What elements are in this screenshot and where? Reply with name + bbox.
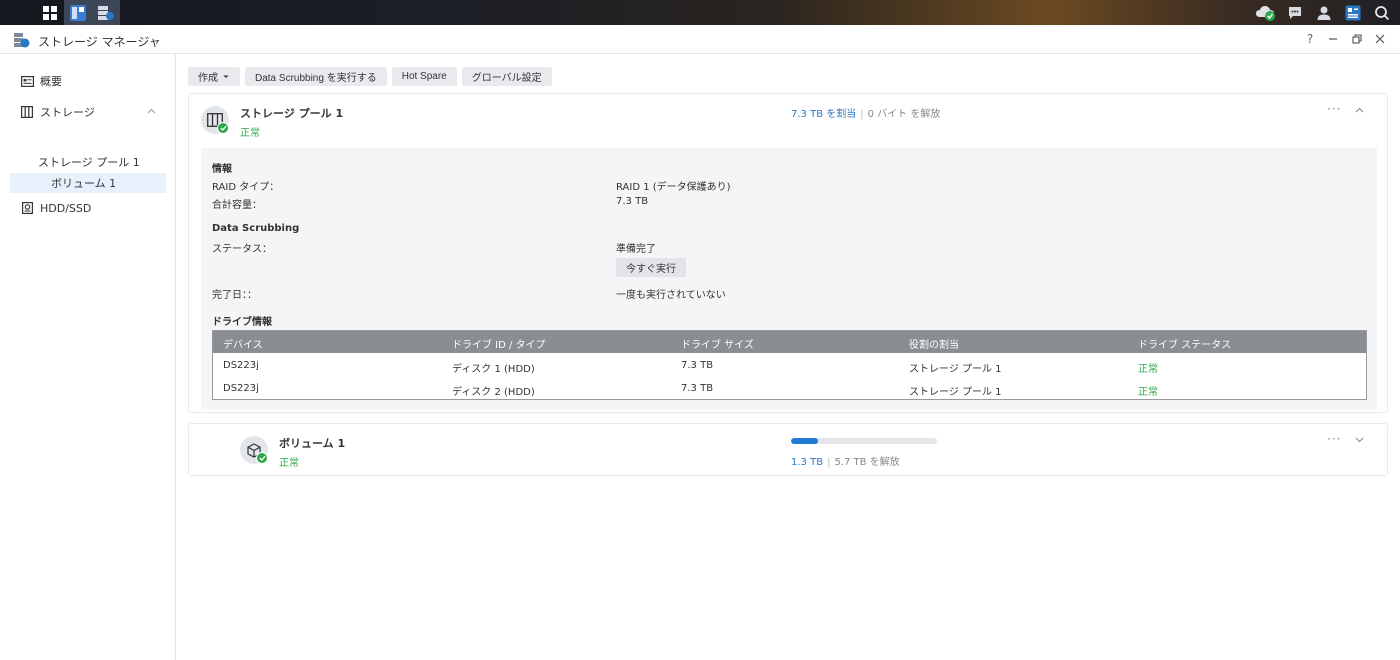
pool-free: 0 バイト を解放 <box>867 109 941 120</box>
sidebar-item-label: 概要 <box>40 75 62 88</box>
window-titlebar: ストレージ マネージャ ? <box>0 25 1400 54</box>
storage-pool-card: ストレージ プール 1 正常 7.3 TB を割当 | 0 バイト を解放 ··· … <box>188 93 1388 413</box>
pool-usage: 7.3 TB を割当 | 0 バイト を解放 <box>791 109 941 120</box>
volume-name: ボリューム 1 <box>279 437 346 450</box>
check-icon <box>256 452 268 464</box>
cell-drive-status: 正常 <box>1138 387 1158 398</box>
taskbar-app-1[interactable] <box>64 0 92 25</box>
check-icon <box>217 122 229 134</box>
search-button[interactable] <box>1367 0 1396 25</box>
sidebar-item-storage-pool-1[interactable]: ストレージ プール 1 <box>38 152 140 172</box>
storage-manager-icon <box>98 5 114 20</box>
column-header-device[interactable]: デバイス <box>223 336 263 351</box>
app-window-icon <box>70 4 86 21</box>
column-header-drive-size[interactable]: ドライブ サイズ <box>681 336 754 351</box>
create-button[interactable]: 作成 <box>188 67 240 86</box>
cell-device: DS223j <box>223 383 259 394</box>
volume-status: 正常 <box>279 458 299 469</box>
cell-drive-id: ディスク 1 (HDD) <box>452 364 535 375</box>
chevron-up-icon[interactable] <box>1355 105 1364 116</box>
cell-drive-id: ディスク 2 (HDD) <box>452 387 535 398</box>
cell-role: ストレージ プール 1 <box>909 364 1002 375</box>
drive-info-table: デバイス ドライブ ID / タイプ ドライブ サイズ 役割の割当 ドライブ ス… <box>212 330 1367 400</box>
restore-icon <box>1352 34 1362 44</box>
column-header-role[interactable]: 役割の割当 <box>909 336 959 351</box>
close-button[interactable] <box>1373 32 1387 46</box>
cell-drive-size: 7.3 TB <box>681 360 714 371</box>
cell-role: ストレージ プール 1 <box>909 387 1002 398</box>
raid-type-value: RAID 1 (データ保護あり) <box>616 182 731 193</box>
minimize-button[interactable] <box>1326 32 1340 46</box>
notifications-button[interactable] <box>1280 0 1309 25</box>
sidebar-item-volume-1[interactable]: ボリューム 1 <box>10 173 166 193</box>
column-header-drive-id[interactable]: ドライブ ID / タイプ <box>452 336 546 351</box>
cell-drive-size: 7.3 TB <box>681 383 714 394</box>
overview-icon <box>20 74 34 88</box>
main-menu-button[interactable] <box>36 0 64 25</box>
completed-date-value: 一度も実行されていない <box>616 290 726 301</box>
taskbar-storage-manager[interactable] <box>92 0 120 25</box>
scrub-status-value: 準備完了 <box>616 244 656 255</box>
sidebar-item-storage[interactable]: ストレージ <box>10 102 166 122</box>
widgets-button[interactable] <box>1338 0 1367 25</box>
restore-button[interactable] <box>1350 32 1364 46</box>
data-scrubbing-heading: Data Scrubbing <box>212 223 300 234</box>
sidebar-item-hdd-ssd[interactable]: HDD/SSD <box>10 198 166 218</box>
cell-device: DS223j <box>223 360 259 371</box>
toolbar: 作成 Data Scrubbing を実行する Hot Spare グローバル設… <box>188 67 552 86</box>
raid-type-label: RAID タイプ： <box>212 182 280 193</box>
volume-usage-fill <box>791 438 818 444</box>
info-heading: 情報 <box>212 164 232 175</box>
user-icon <box>1317 6 1330 20</box>
sidebar: 概要 ストレージ ストレージ プール 1 ボリューム 1 HDD/SSD <box>0 54 176 660</box>
sidebar-item-label: ストレージ <box>40 106 95 119</box>
table-header: デバイス ドライブ ID / タイプ ドライブ サイズ 役割の割当 ドライブ ス… <box>213 331 1366 353</box>
column-header-drive-status[interactable]: ドライブ ステータス <box>1138 336 1231 351</box>
window-title: ストレージ マネージャ <box>38 35 161 49</box>
search-icon <box>1374 5 1389 20</box>
more-options-icon[interactable]: ··· <box>1327 432 1341 446</box>
storage-manager-icon <box>14 33 30 48</box>
run-now-button[interactable]: 今すぐ実行 <box>616 258 686 277</box>
minimize-icon <box>1329 38 1337 40</box>
scrub-status-label: ステータス： <box>212 244 272 255</box>
grid-icon <box>43 5 57 20</box>
widgets-icon <box>1345 5 1360 20</box>
user-button[interactable] <box>1309 0 1338 25</box>
hot-spare-button[interactable]: Hot Spare <box>391 67 457 86</box>
chat-icon <box>1288 6 1301 19</box>
chevron-down-icon[interactable] <box>1355 435 1364 446</box>
hdd-icon <box>20 201 34 215</box>
volume-usage-bar <box>791 438 937 444</box>
sync-status-button[interactable] <box>1251 0 1280 25</box>
sidebar-item-label: HDD/SSD <box>40 201 92 215</box>
total-capacity-label: 合計容量： <box>212 200 262 211</box>
volume-card: ボリューム 1 正常 1.3 TB | 5.7 TB を解放 ··· <box>188 423 1388 476</box>
total-capacity-value: 7.3 TB <box>616 196 649 207</box>
pool-allocated: 7.3 TB を割当 <box>791 109 857 120</box>
caret-down-icon <box>223 75 229 78</box>
run-data-scrubbing-button[interactable]: Data Scrubbing を実行する <box>245 67 387 86</box>
pool-details-panel: 情報 RAID タイプ： RAID 1 (データ保護あり) 合計容量： 7.3 … <box>201 148 1377 410</box>
volume-usage: 1.3 TB | 5.7 TB を解放 <box>791 457 900 468</box>
close-icon <box>1375 34 1385 44</box>
pool-name: ストレージ プール 1 <box>240 107 344 120</box>
cloud-check-icon <box>1255 5 1275 21</box>
volume-free: 5.7 TB を解放 <box>834 457 900 468</box>
cell-drive-status: 正常 <box>1138 364 1158 375</box>
storage-icon <box>20 105 34 119</box>
global-settings-button[interactable]: グローバル設定 <box>461 67 552 86</box>
more-options-icon[interactable]: ··· <box>1327 102 1341 116</box>
pool-status: 正常 <box>240 128 260 139</box>
completed-date-label: 完了日：： <box>212 290 257 301</box>
taskbar <box>0 0 1400 25</box>
sidebar-item-label: ボリューム 1 <box>51 177 117 190</box>
help-button[interactable]: ? <box>1303 32 1317 46</box>
sidebar-item-overview[interactable]: 概要 <box>10 71 166 91</box>
volume-used: 1.3 TB <box>791 457 824 468</box>
sidebar-item-label: ストレージ プール 1 <box>38 156 140 169</box>
storage-manager-window: ストレージ マネージャ ? 概要 ストレージ ストレージ プール 1 ボリューム… <box>0 25 1400 660</box>
chevron-up-icon[interactable] <box>147 106 156 117</box>
drive-info-heading: ドライブ情報 <box>212 317 272 328</box>
